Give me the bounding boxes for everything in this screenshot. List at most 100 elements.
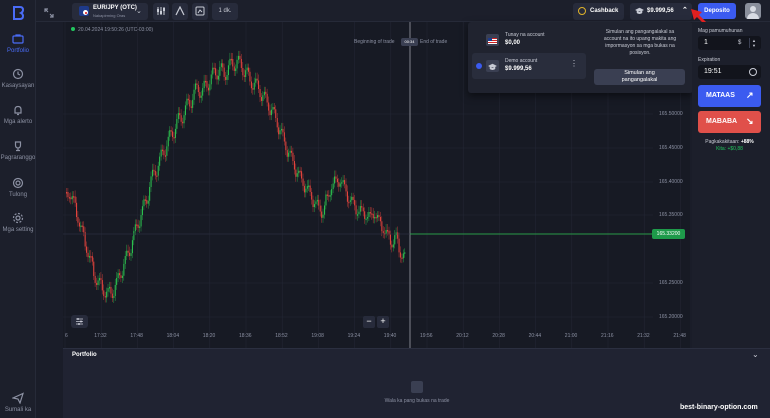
us-flag-icon: [486, 34, 499, 46]
candle-body: [392, 244, 394, 248]
candle-body: [110, 286, 112, 294]
arrow-up-right-icon: ↗: [746, 90, 754, 100]
candle-body: [348, 201, 350, 204]
candle-body: [243, 75, 245, 77]
x-tick-label: 21:48: [673, 333, 686, 339]
x-tick-label: 18:20: [202, 333, 216, 339]
amount-input[interactable]: 1 $ ▲ ▼: [698, 36, 761, 50]
candle-body: [311, 192, 313, 200]
candle-body: [276, 118, 278, 128]
candle-body: [229, 58, 231, 66]
candle-body: [91, 256, 93, 262]
sidebar-item-history[interactable]: Kasaysayan: [0, 68, 36, 89]
candle-body: [378, 215, 380, 217]
bell-icon: [14, 105, 22, 116]
expiration-label: Expiration: [698, 57, 721, 63]
balance-value: $9.999,56: [647, 8, 674, 14]
cashback-button[interactable]: Cashback: [573, 3, 624, 20]
sidebar-item-settings[interactable]: Mga setting: [0, 212, 36, 233]
zoom-out-button[interactable]: −: [363, 316, 375, 328]
avatar[interactable]: [745, 3, 761, 19]
chart-type-button[interactable]: [192, 3, 208, 20]
chart-datetime-text: 20.04.2024 19:50:26 (UTC-03:00): [78, 27, 154, 33]
candle-body: [195, 83, 197, 90]
expand-icon[interactable]: [44, 8, 54, 18]
candle-body: [268, 102, 270, 111]
chart-settings-button[interactable]: [71, 315, 88, 328]
candle-body: [359, 206, 361, 212]
candle-body: [339, 183, 341, 187]
candle-body: [260, 97, 262, 101]
amount-label: Mag pamumuhunan: [698, 28, 743, 34]
candle-body: [216, 75, 218, 80]
candle-body: [220, 63, 222, 67]
history-icon: [12, 68, 24, 80]
trophy-icon: [14, 141, 22, 152]
candle-body: [278, 127, 280, 135]
candle-body: [296, 173, 298, 177]
sidebar-item-alerts[interactable]: Mga alerto: [0, 104, 36, 125]
sidebar-item-portfolio[interactable]: Portfolio: [0, 33, 36, 54]
sidebar-item-join[interactable]: Sumali ka: [0, 392, 36, 413]
candle-body: [335, 176, 337, 179]
currency-symbol: $: [738, 40, 742, 46]
sidebar-item-ranking[interactable]: Pagraranggo: [0, 140, 36, 161]
amount-stepper[interactable]: ▲ ▼: [749, 38, 758, 48]
info-line: account na ito upang makita ang: [603, 36, 677, 42]
real-account-option[interactable]: Tunay na account $0,00: [472, 27, 586, 53]
candle-body: [71, 196, 73, 200]
logo-icon[interactable]: [11, 6, 25, 20]
start-trading-button[interactable]: Simulan ang pangangalakal: [594, 69, 685, 85]
sidebar-item-help[interactable]: Tulong: [0, 177, 36, 198]
candle-body: [199, 92, 201, 98]
timeframe-selector[interactable]: 1 dk.: [212, 3, 238, 20]
asset-selector[interactable]: EUR/JPY (OTC) Nakapirming Oras ⌄: [72, 3, 148, 20]
clock-icon: [749, 68, 757, 76]
candle-body: [358, 211, 360, 215]
account-info-text: Simulan ang pangangalakal sa account na …: [594, 29, 686, 57]
candle-body: [336, 178, 338, 183]
drawing-tools-button[interactable]: [172, 3, 188, 20]
candle-body: [387, 229, 389, 232]
candle-body: [157, 165, 159, 176]
graduation-cap-icon: [486, 60, 499, 72]
candle-body: [117, 273, 119, 279]
briefcase-icon: [12, 34, 24, 44]
zoom-in-button[interactable]: +: [377, 316, 389, 328]
candle-body: [84, 232, 86, 247]
chevron-down-icon[interactable]: ⌄: [752, 350, 759, 359]
graduation-cap-icon: [635, 7, 644, 14]
candle-body: [273, 107, 275, 110]
down-button[interactable]: MABABA ↘: [698, 111, 761, 133]
candle-body: [326, 194, 328, 197]
candle-body: [286, 150, 288, 157]
chart-datetime: 20.04.2024 19:50:26 (UTC-03:00): [71, 27, 153, 33]
beginning-of-trade-label: Beginning of trade: [354, 39, 395, 45]
candle-body: [209, 84, 211, 91]
y-tick-label: 165.35000: [659, 212, 683, 218]
candle-body: [365, 218, 367, 221]
candle-body: [397, 232, 399, 239]
candle-body: [272, 107, 274, 110]
balance-button[interactable]: $9.999,56 ⌃: [630, 3, 692, 20]
candle-body: [401, 257, 403, 260]
up-button[interactable]: MATAAS ↗: [698, 85, 761, 107]
candle-body: [258, 80, 260, 90]
candle-body: [215, 68, 217, 76]
candle-body: [192, 99, 194, 108]
sidebar-item-label: Sumali ka: [4, 407, 32, 413]
more-options-icon[interactable]: ⋮: [570, 59, 578, 68]
indicators-button[interactable]: [153, 3, 169, 20]
selected-radio-icon: [476, 63, 482, 69]
candle-body: [163, 150, 165, 156]
candle-body: [227, 65, 229, 76]
jp-flag-icon: [82, 9, 89, 16]
drawing-icon: [175, 6, 185, 16]
candle-body: [207, 87, 209, 91]
demo-account-option[interactable]: Demo account $9.999,56 ⋮: [472, 53, 586, 79]
candle-body: [83, 226, 85, 233]
down-label: MABABA: [706, 118, 738, 125]
candle-body: [98, 278, 100, 281]
real-account-balance: $0,00: [505, 40, 521, 46]
expiration-input[interactable]: 19:51: [698, 65, 761, 79]
